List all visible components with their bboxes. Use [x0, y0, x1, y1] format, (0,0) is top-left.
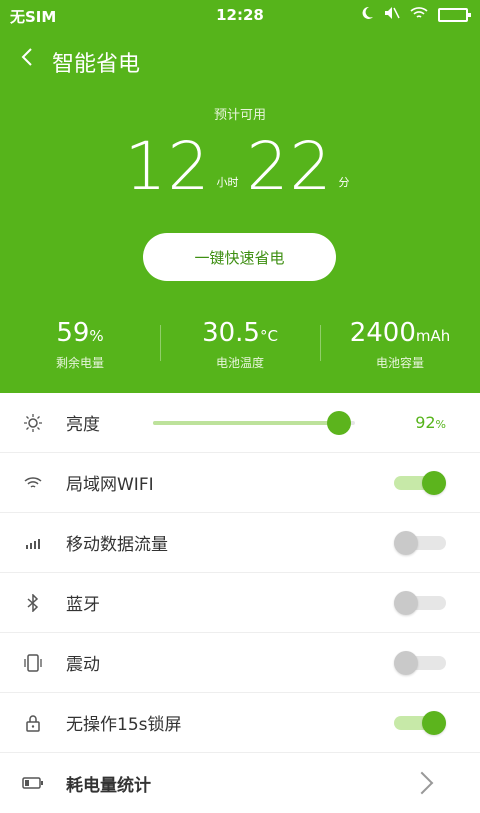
signal-bars-icon: [22, 532, 44, 554]
stat-value: 59: [56, 318, 90, 348]
mobile-data-row: 移动数据流量: [0, 513, 480, 573]
stat-remaining: 59% 剩余电量: [0, 317, 160, 377]
stat-value: 2400: [349, 318, 416, 348]
vibrate-label: 震动: [66, 655, 100, 675]
page-title: 智能省电: [52, 52, 141, 77]
stat-label: 剩余电量: [55, 356, 104, 370]
wifi-icon: [22, 472, 44, 494]
minutes-unit: 分: [338, 176, 350, 189]
hours-value: 12: [124, 128, 211, 205]
slider-fill: [153, 420, 339, 425]
stat-unit: mAh: [415, 327, 451, 345]
battery-outline-icon: [22, 772, 44, 794]
wifi-row: 局域网WIFI: [0, 453, 480, 513]
lock-toggle[interactable]: [394, 710, 446, 735]
title-bar: 智能省电: [0, 40, 480, 80]
lock-icon: [22, 712, 44, 734]
wifi-label: 局域网WIFI: [66, 475, 154, 495]
mute-icon: [384, 6, 400, 24]
brightness-row: 亮度 92%: [0, 393, 480, 453]
power-saving-header: 无SIM 12:28 智能省电 预计可用 12 小时 22 分 一键快速省电 5…: [0, 0, 480, 393]
stat-label: 电池温度: [215, 356, 264, 370]
brightness-value: 92%: [415, 413, 446, 432]
chevron-right-icon: [410, 771, 434, 795]
mobile-data-toggle[interactable]: [394, 530, 446, 555]
brightness-label: 亮度: [66, 415, 100, 435]
vibrate-row: 震动: [0, 633, 480, 693]
quick-save-button[interactable]: 一键快速省电: [143, 233, 336, 281]
stat-temperature: 30.5°C 电池温度: [160, 317, 320, 377]
wifi-status-icon: [410, 6, 428, 24]
brightness-slider[interactable]: [153, 410, 355, 435]
status-bar: 无SIM 12:28: [0, 0, 480, 30]
stat-capacity: 2400mAh 电池容量: [320, 317, 480, 377]
hours-unit: 小时: [216, 176, 239, 189]
slider-thumb[interactable]: [326, 410, 351, 435]
mobile-data-label: 移动数据流量: [66, 535, 168, 555]
lock-label: 无操作15s锁屏: [66, 715, 182, 735]
lock-row: 无操作15s锁屏: [0, 693, 480, 753]
predict-label: 预计可用: [213, 108, 266, 123]
moon-icon: [360, 6, 374, 24]
stat-unit: %: [89, 327, 104, 345]
status-icons: [360, 6, 471, 24]
bluetooth-row: 蓝牙: [0, 573, 480, 633]
usage-stats-label: 耗电量统计: [66, 775, 151, 796]
bluetooth-toggle[interactable]: [394, 590, 446, 615]
vibrate-toggle[interactable]: [394, 650, 446, 675]
brightness-unit: %: [435, 418, 446, 431]
settings-list: 亮度 92% 局域网WIFI 移动数据流量 蓝牙 震动 无操作15s锁屏 耗电量…: [0, 393, 480, 813]
wifi-toggle[interactable]: [394, 470, 446, 495]
sun-icon: [22, 412, 44, 434]
back-arrow-icon[interactable]: [20, 46, 34, 73]
stat-unit: °C: [259, 327, 278, 345]
battery-icon: [438, 8, 471, 22]
stat-value: 30.5: [202, 318, 260, 348]
bluetooth-icon: [22, 592, 44, 614]
remaining-time: 12 小时 22 分: [0, 132, 480, 202]
battery-stats: 59% 剩余电量 30.5°C 电池温度 2400mAh 电池容量: [0, 317, 480, 377]
vibrate-icon: [22, 652, 44, 674]
stat-label: 电池容量: [375, 356, 424, 370]
usage-stats-row[interactable]: 耗电量统计: [0, 753, 480, 813]
minutes-value: 22: [246, 128, 333, 205]
brightness-number: 92: [415, 413, 436, 432]
bluetooth-label: 蓝牙: [66, 595, 100, 615]
